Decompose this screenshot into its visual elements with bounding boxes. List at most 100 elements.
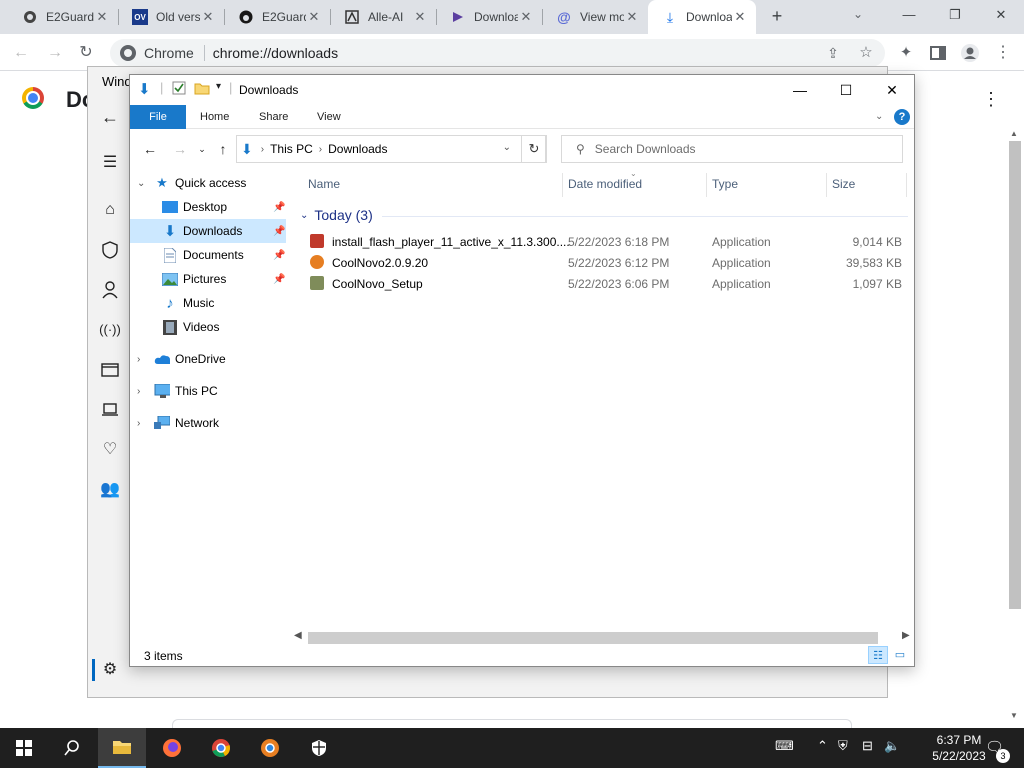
nav-documents[interactable]: Documents 📌 (130, 243, 286, 267)
breadcrumb-chevron-icon[interactable]: › (319, 144, 322, 155)
explorer-close-button[interactable]: ✕ (869, 75, 915, 105)
profile-avatar-icon[interactable] (957, 40, 983, 66)
large-icons-view-icon[interactable]: ▭ (890, 646, 910, 664)
close-tab-icon[interactable]: ✕ (94, 9, 110, 25)
help-icon[interactable]: ? (894, 109, 910, 125)
column-header-type[interactable]: Type (712, 177, 738, 191)
file-row[interactable]: CoolNovo2.0.9.20 5/22/2023 6:12 PM Appli… (296, 252, 912, 273)
close-tab-icon[interactable]: ✕ (518, 9, 534, 25)
tray-network-icon[interactable]: ⊟ (862, 738, 873, 754)
file-explorer-taskbar-icon[interactable] (98, 728, 146, 768)
close-tab-icon[interactable]: ✕ (624, 9, 640, 25)
shield-icon[interactable] (98, 238, 122, 262)
nav-desktop[interactable]: Desktop 📌 (130, 195, 286, 219)
coolnovo-taskbar-icon[interactable] (246, 728, 294, 768)
tab-search-chevron-icon[interactable]: ⌄ (853, 7, 863, 21)
nav-downloads[interactable]: ⬇ Downloads 📌 (130, 219, 286, 243)
show-hidden-icons-chevron-icon[interactable]: ⌃ (817, 738, 828, 754)
group-header-today[interactable]: ⌄ Today (3) (300, 207, 373, 223)
group-collapse-chevron-icon[interactable]: ⌄ (300, 210, 308, 221)
page-scrollbar[interactable]: ▲ ▼ (1009, 129, 1021, 721)
nav-this-pc[interactable]: › This PC (130, 379, 286, 403)
tray-security-icon[interactable]: ⛨ (838, 738, 848, 754)
scroll-right-arrow-icon[interactable]: ▶ (902, 630, 910, 641)
refresh-icon[interactable]: ↻ (521, 135, 547, 163)
ribbon-tab-home[interactable]: Home (188, 105, 241, 129)
expanded-chevron-icon[interactable]: ⌄ (137, 178, 145, 189)
account-person-icon[interactable] (98, 278, 122, 302)
tab-downloads-site[interactable]: Downloads ✕ (436, 0, 542, 34)
settings-gear-icon[interactable]: ⚙ (98, 658, 122, 682)
ribbon-tab-share[interactable]: Share (247, 105, 300, 129)
new-folder-icon[interactable] (194, 81, 210, 98)
ribbon-tab-file[interactable]: File (130, 105, 186, 129)
collapsed-chevron-icon[interactable]: › (137, 386, 140, 397)
back-arrow-icon[interactable]: ← (98, 105, 122, 129)
scroll-left-arrow-icon[interactable]: ◀ (294, 630, 302, 641)
close-tab-icon[interactable]: ✕ (732, 9, 748, 25)
explorer-minimize-button[interactable]: — (777, 75, 823, 105)
search-box[interactable]: ⚲ Search Downloads (561, 135, 903, 163)
tray-volume-muted-icon[interactable]: 🔈 (884, 738, 900, 754)
expand-ribbon-chevron-icon[interactable]: ⌄ (875, 111, 883, 122)
bookmark-star-icon[interactable]: ☆ (853, 40, 879, 66)
nav-network[interactable]: › Network (130, 411, 286, 435)
nav-videos[interactable]: Videos (130, 315, 286, 339)
tab-alle-ai[interactable]: Alle-AI ✕ (330, 0, 436, 34)
close-tab-icon[interactable]: ✕ (412, 9, 428, 25)
horizontal-scroll-thumb[interactable] (308, 632, 878, 644)
properties-check-icon[interactable] (172, 81, 186, 98)
firewall-network-icon[interactable]: ((·)) (98, 318, 122, 342)
firefox-icon[interactable] (148, 728, 196, 768)
breadcrumb-downloads[interactable]: Downloads (328, 142, 387, 156)
forward-button[interactable]: → (42, 40, 68, 66)
breadcrumb-chevron-icon[interactable]: › (261, 144, 264, 155)
file-row[interactable]: install_flash_player_11_active_x_11.3.30… (296, 231, 912, 252)
column-header-date[interactable]: Date modified (568, 177, 642, 191)
device-security-laptop-icon[interactable] (98, 398, 122, 422)
hamburger-menu-icon[interactable]: ☰ (98, 151, 122, 175)
start-windows-icon[interactable] (0, 728, 48, 768)
horizontal-scrollbar[interactable]: ◀ ▶ (294, 630, 912, 646)
tab-downloads-active[interactable]: ⤓ Downloads ✕ (648, 0, 756, 34)
nav-pictures[interactable]: Pictures 📌 (130, 267, 286, 291)
tab-e2guardian-1[interactable]: E2Guardian ✕ (8, 0, 118, 34)
page-menu-icon[interactable]: ⋮ (982, 89, 1000, 110)
column-header-size[interactable]: Size (832, 177, 855, 191)
restore-button[interactable]: ❐ (932, 0, 978, 32)
share-icon[interactable]: ⇪ (820, 40, 846, 66)
nav-onedrive[interactable]: › OneDrive (130, 347, 286, 371)
reload-button[interactable]: ↻ (73, 40, 99, 66)
nav-music[interactable]: ♪ Music (130, 291, 286, 315)
forward-arrow-icon[interactable]: → (170, 139, 190, 159)
collapsed-chevron-icon[interactable]: › (137, 354, 140, 365)
customize-qat-chevron-icon[interactable]: ▾ (216, 81, 221, 92)
up-arrow-icon[interactable]: ↑ (213, 139, 233, 159)
file-row[interactable]: CoolNovo_Setup 5/22/2023 6:06 PM Applica… (296, 273, 912, 294)
extensions-puzzle-icon[interactable]: ✦ (893, 40, 919, 66)
collapsed-chevron-icon[interactable]: › (137, 418, 140, 429)
keyboard-layout-icon[interactable]: ⌨ (775, 738, 794, 754)
clock[interactable]: 6:37 PM 5/22/2023 (930, 732, 988, 764)
details-view-icon[interactable]: ☷ (868, 646, 888, 664)
home-icon[interactable]: ⌂ (98, 198, 122, 222)
omnibox-url[interactable]: chrome://downloads (213, 45, 338, 61)
device-health-heart-icon[interactable]: ♡ (98, 438, 122, 462)
side-panel-icon[interactable] (925, 40, 951, 66)
browser-menu-icon[interactable]: ⋮ (990, 40, 1016, 66)
scroll-up-arrow-icon[interactable]: ▲ (1010, 129, 1018, 138)
explorer-maximize-button[interactable]: ☐ (823, 75, 869, 105)
scroll-down-arrow-icon[interactable]: ▼ (1010, 711, 1018, 720)
tab-e2guardian-2[interactable]: E2Guardian ✕ (224, 0, 330, 34)
app-browser-control-icon[interactable] (98, 358, 122, 382)
ribbon-tab-view[interactable]: View (305, 105, 353, 129)
address-history-chevron-icon[interactable]: ⌄ (503, 142, 511, 153)
breadcrumb-this-pc[interactable]: This PC (270, 142, 313, 156)
recent-locations-chevron-icon[interactable]: ⌄ (192, 139, 212, 159)
scrollbar-thumb[interactable] (1009, 141, 1021, 609)
close-tab-icon[interactable]: ✕ (200, 9, 216, 25)
windows-security-taskbar-icon[interactable] (295, 728, 343, 768)
address-bar[interactable]: Chrome chrome://downloads (110, 39, 885, 67)
close-window-button[interactable]: ✕ (978, 0, 1024, 32)
tab-old-version[interactable]: OV Old version ✕ (118, 0, 224, 34)
